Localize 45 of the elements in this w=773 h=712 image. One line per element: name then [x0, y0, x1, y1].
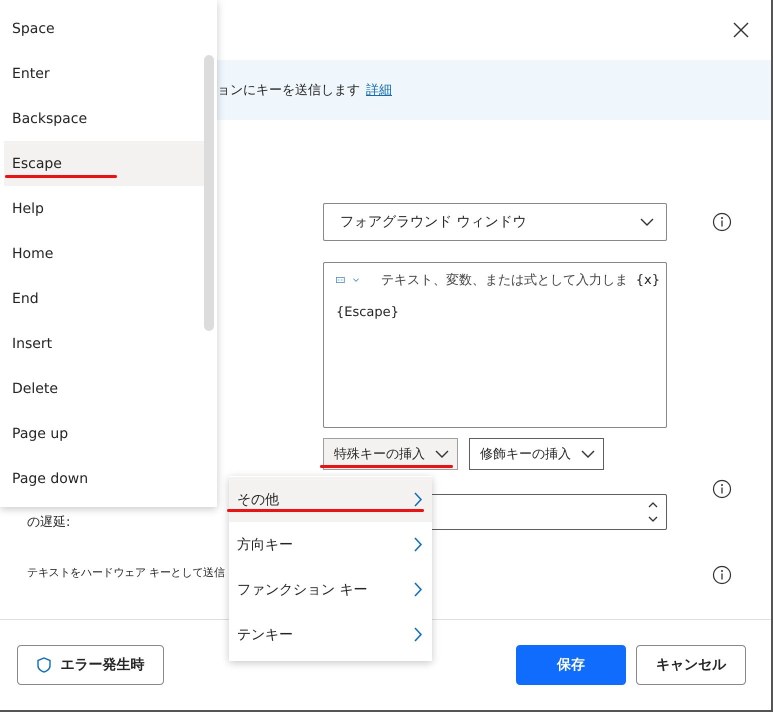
variable-button[interactable]: {x}: [636, 272, 660, 288]
menu-item[interactable]: Help: [4, 186, 204, 231]
info-icon[interactable]: [712, 565, 732, 585]
scrollbar[interactable]: [204, 55, 214, 331]
delay-label: の遅延:: [27, 514, 70, 531]
shield-icon: [36, 657, 50, 673]
chevron-down-icon: [581, 450, 595, 458]
spinner-icon: [648, 501, 658, 523]
info-icon[interactable]: [712, 212, 732, 232]
menu-item[interactable]: Enter: [4, 51, 204, 96]
chevron-right-icon: [414, 627, 422, 642]
menu-item[interactable]: 方向キー: [229, 522, 432, 567]
menu-item[interactable]: Backspace: [4, 96, 204, 141]
menu-item[interactable]: Home: [4, 231, 204, 276]
close-button[interactable]: [733, 22, 749, 38]
cancel-button[interactable]: キャンセル: [636, 645, 746, 685]
menu-item[interactable]: Page up: [4, 411, 204, 456]
chevron-down-icon: [435, 450, 449, 458]
on-error-button[interactable]: エラー発生時: [17, 645, 164, 685]
banner-text: ョンにキーを送信します: [217, 82, 360, 99]
chevron-right-icon: [414, 537, 422, 552]
menu-item[interactable]: Delete: [4, 366, 204, 411]
close-icon: [733, 22, 749, 38]
save-button[interactable]: 保存: [516, 645, 626, 685]
text-placeholder: テキスト、変数、または式として入力しま: [380, 272, 628, 289]
text-field[interactable]: テキスト、変数、または式として入力しま {x} {Escape}: [323, 262, 667, 428]
menu-item[interactable]: Insert: [4, 321, 204, 366]
menu-item[interactable]: Escape: [4, 141, 204, 186]
hardware-keys-label: テキストをハードウェア キーとして送信: [27, 565, 225, 580]
chevron-right-icon: [414, 492, 422, 507]
menu-item[interactable]: Page down: [4, 456, 204, 501]
window-select[interactable]: フォアグラウンド ウィンドウ: [323, 203, 667, 241]
menu-item[interactable]: Space: [4, 6, 204, 51]
info-icon[interactable]: [712, 479, 732, 499]
details-link[interactable]: 詳細: [366, 81, 392, 99]
chevron-right-icon: [414, 582, 422, 597]
chevron-down-icon: [640, 218, 654, 226]
menu-item[interactable]: その他: [229, 477, 432, 522]
menu-item[interactable]: テンキー: [229, 612, 432, 657]
text-value: {Escape}: [336, 305, 400, 320]
insert-key-button[interactable]: 特殊キーの挿入: [323, 438, 458, 470]
menu-item[interactable]: End: [4, 276, 204, 321]
chevron-down-icon: [352, 276, 359, 284]
insert-key-button[interactable]: 修飾キーの挿入: [469, 438, 604, 470]
menu-item[interactable]: ファンクション キー: [229, 567, 432, 612]
